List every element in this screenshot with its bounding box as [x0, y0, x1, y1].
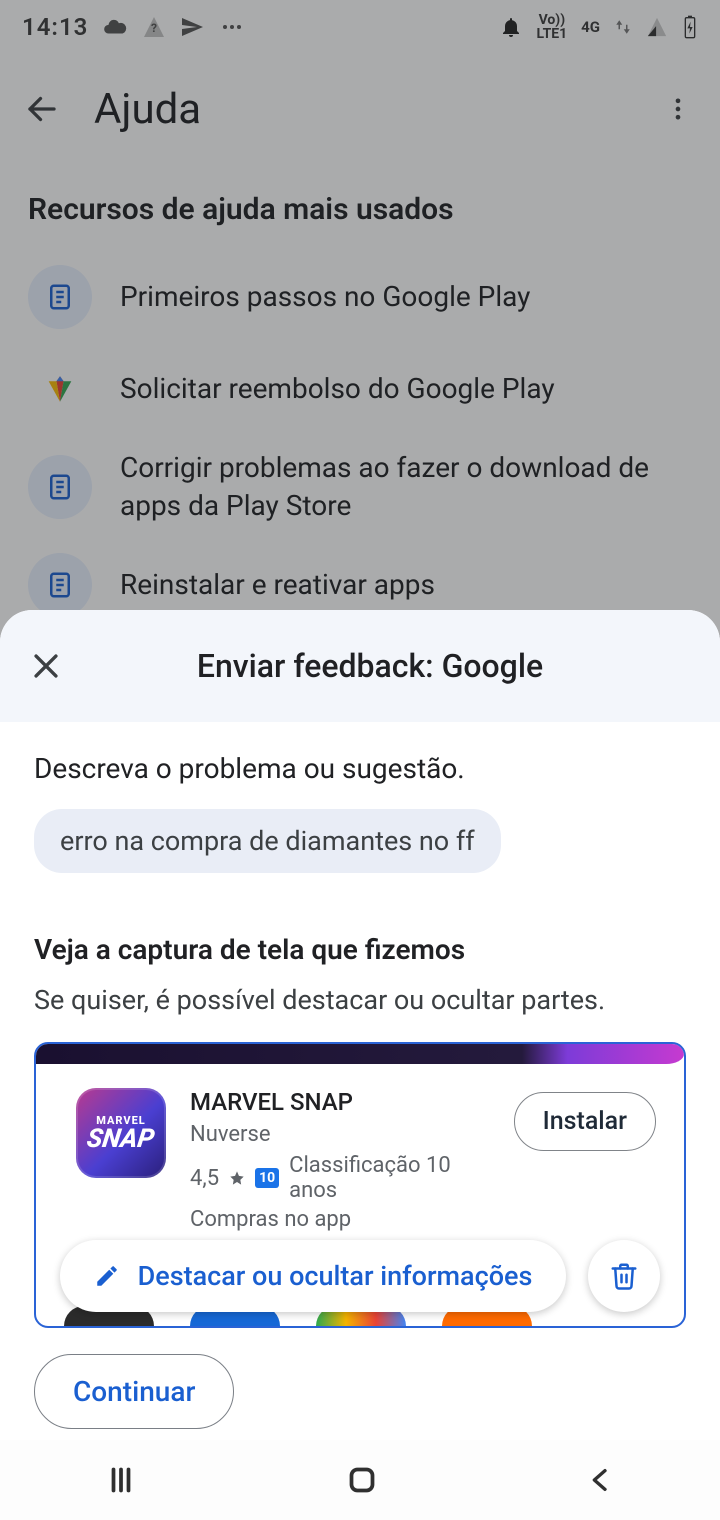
install-button[interactable]: Instalar [514, 1092, 656, 1151]
suggestion-chip[interactable]: erro na compra de diamantes no ff [34, 809, 501, 873]
sheet-header: Enviar feedback: Google [0, 610, 720, 722]
continue-button[interactable]: Continuar [34, 1354, 234, 1429]
delete-screenshot-button[interactable] [588, 1240, 660, 1312]
app-publisher: Nuverse [190, 1122, 490, 1147]
screenshot-section-title: Veja a captura de tela que fizemos [34, 933, 686, 966]
nav-back-icon[interactable] [585, 1464, 617, 1496]
app-rating-row: 4,5 10 Classificação 10 anos [190, 1153, 490, 1203]
app-iap: Compras no app [190, 1207, 490, 1232]
edit-icon [94, 1263, 120, 1289]
sheet-title: Enviar feedback: Google [88, 647, 696, 685]
screenshot-section-subtext: Se quiser, é possível destacar ou oculta… [34, 984, 686, 1016]
nav-home-icon[interactable] [344, 1462, 380, 1498]
nav-recents-icon[interactable] [103, 1462, 139, 1498]
app-title: MARVEL SNAP [190, 1088, 490, 1116]
feedback-bottom-sheet: Enviar feedback: Google Descreva o probl… [0, 610, 720, 1520]
trash-icon [609, 1261, 639, 1291]
screenshot-preview[interactable]: MARVEL SNAP MARVEL SNAP Nuverse 4,5 10 C… [34, 1042, 686, 1328]
star-icon [229, 1170, 245, 1186]
app-meta: MARVEL SNAP Nuverse 4,5 10 Classificação… [190, 1088, 490, 1232]
describe-label: Descreva o problema ou sugestão. [34, 752, 686, 785]
screenshot-top-strip [36, 1044, 684, 1064]
system-nav-bar [0, 1440, 720, 1520]
highlight-hide-label: Destacar ou ocultar informações [138, 1260, 533, 1292]
app-icon: MARVEL SNAP [76, 1088, 166, 1178]
highlight-hide-button[interactable]: Destacar ou ocultar informações [60, 1240, 566, 1312]
close-icon[interactable] [24, 644, 68, 688]
age-badge: 10 [255, 1168, 279, 1188]
